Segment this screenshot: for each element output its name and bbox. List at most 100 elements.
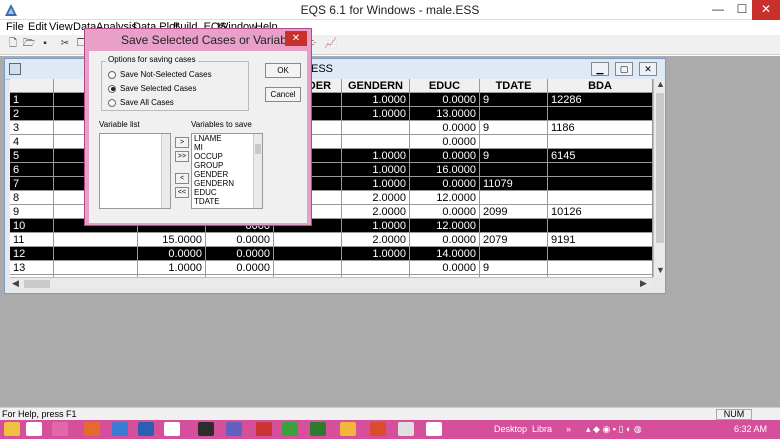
cell-educ[interactable]: 0.0000 <box>410 205 480 219</box>
variable-list[interactable] <box>99 133 171 209</box>
firefox-icon[interactable] <box>84 422 100 436</box>
cell-bdate[interactable] <box>548 177 653 191</box>
row-header[interactable]: 2 <box>10 107 54 121</box>
menu-view[interactable]: View <box>49 21 73 33</box>
list-item[interactable]: MI <box>192 143 262 152</box>
cell-bdate[interactable]: 9191 <box>548 233 653 247</box>
cell-gendern[interactable]: 1.0000 <box>342 247 410 261</box>
cell-gender[interactable] <box>274 247 342 261</box>
list-item[interactable]: TDATE <box>192 197 262 206</box>
col-header-educ[interactable]: EDUC <box>410 79 480 93</box>
app-icon[interactable] <box>226 422 242 436</box>
cell-bdate[interactable] <box>548 135 653 149</box>
save-icon[interactable]: ▪ <box>38 37 52 51</box>
cell-bdate[interactable] <box>548 163 653 177</box>
cell-tdate[interactable] <box>480 247 548 261</box>
cell-tdate[interactable]: 9 <box>480 149 548 163</box>
radio-not-selected[interactable]: Save Not-Selected Cases <box>108 70 212 79</box>
cell-col2[interactable]: 0.0000 <box>138 247 206 261</box>
scroll-left-icon[interactable]: ◀ <box>12 278 19 289</box>
cell-educ[interactable]: 0.0000 <box>410 261 480 275</box>
eqs-taskbar-icon[interactable] <box>426 422 442 436</box>
radio-all[interactable]: Save All Cases <box>108 98 174 107</box>
cell-bdate[interactable] <box>548 107 653 121</box>
dialog-close-button[interactable]: ✕ <box>285 31 307 46</box>
cell-educ[interactable]: 0.0000 <box>410 121 480 135</box>
cell-educ[interactable]: 16.0000 <box>410 163 480 177</box>
close-button[interactable]: ✕ <box>752 0 780 20</box>
cell-tdate[interactable] <box>480 163 548 177</box>
excel-icon[interactable] <box>310 422 326 436</box>
add-all-variables-button[interactable]: >> <box>175 151 189 162</box>
media-icon[interactable] <box>52 422 68 436</box>
cell-educ[interactable]: 0.0000 <box>410 149 480 163</box>
col-header-tdate[interactable]: TDATE <box>480 79 548 93</box>
list-item[interactable]: EDUC <box>192 188 262 197</box>
desktop-toolbar-label[interactable]: Desktop <box>494 424 527 434</box>
add-variable-button[interactable]: > <box>175 137 189 148</box>
scroll-down-icon[interactable]: ▼ <box>656 265 665 275</box>
cell-gendern[interactable]: 1.0000 <box>342 163 410 177</box>
ie-icon[interactable] <box>112 422 128 436</box>
acrobat-icon[interactable] <box>256 422 272 436</box>
cell-educ[interactable]: 12.0000 <box>410 219 480 233</box>
col-header-bdate[interactable]: BDA <box>548 79 653 93</box>
menu-edit[interactable]: Edit <box>28 21 47 33</box>
cell-gendern[interactable]: 2.0000 <box>342 233 410 247</box>
vertical-scroll-thumb[interactable] <box>656 93 664 243</box>
cell-educ[interactable]: 13.0000 <box>410 107 480 121</box>
horizontal-scroll-thumb[interactable] <box>24 280 50 288</box>
scroll-right-icon[interactable]: ▶ <box>640 278 647 289</box>
remove-variable-button[interactable]: < <box>175 173 189 184</box>
list-item[interactable]: LNAME <box>192 134 262 143</box>
app-icon[interactable] <box>164 422 180 436</box>
child-close-button[interactable]: ✕ <box>639 62 657 76</box>
list-scroll-thumb[interactable] <box>255 144 261 154</box>
app-icon[interactable] <box>398 422 414 436</box>
variable-list-scrollbar[interactable] <box>161 134 170 208</box>
radio-selected[interactable]: Save Selected Cases <box>108 84 197 93</box>
folder-icon[interactable] <box>4 422 20 436</box>
app-icon[interactable] <box>198 422 214 436</box>
clock[interactable]: 6:32 AM <box>734 424 767 434</box>
tray-icons[interactable]: ▴ ◆ ◉ ▪ ▯ ◐ ◍ <box>586 424 642 435</box>
word-icon[interactable] <box>138 422 154 436</box>
libraries-toolbar-label[interactable]: Libra <box>532 424 552 434</box>
row-header[interactable]: 6 <box>10 163 54 177</box>
cell-bdate[interactable] <box>548 261 653 275</box>
cell-bdate[interactable]: 6145 <box>548 149 653 163</box>
cell-bdate[interactable]: 12286 <box>548 93 653 107</box>
cell-gendern[interactable]: 1.0000 <box>342 149 410 163</box>
cell-tdate[interactable]: 2079 <box>480 233 548 247</box>
cell-group[interactable]: 0.0000 <box>206 261 274 275</box>
radio-circle-icon[interactable] <box>108 70 116 79</box>
cell-gendern[interactable]: 2.0000 <box>342 205 410 219</box>
cancel-button[interactable]: Cancel <box>265 87 301 102</box>
row-header[interactable]: 4 <box>10 135 54 149</box>
cell-bdate[interactable]: 10126 <box>548 205 653 219</box>
cell-tdate[interactable] <box>480 107 548 121</box>
row-header[interactable]: 5 <box>10 149 54 163</box>
cell-tdate[interactable]: 9 <box>480 121 548 135</box>
cell-tdate[interactable]: 11079 <box>480 177 548 191</box>
row-header[interactable]: 11 <box>10 233 54 247</box>
cell-educ[interactable]: 0.0000 <box>410 93 480 107</box>
cell-tdate[interactable]: 2099 <box>480 205 548 219</box>
cell-educ[interactable]: 14.0000 <box>410 247 480 261</box>
cell-gendern[interactable]: 1.0000 <box>342 177 410 191</box>
cell-tdate[interactable] <box>480 135 548 149</box>
row-header[interactable]: 8 <box>10 191 54 205</box>
cell-bdate[interactable] <box>548 247 653 261</box>
list-item[interactable]: GENDER <box>192 170 262 179</box>
cell-gendern[interactable] <box>342 261 410 275</box>
col-header-gendern[interactable]: GENDERN <box>342 79 410 93</box>
cell-educ[interactable]: 12.0000 <box>410 191 480 205</box>
cell-bdate[interactable] <box>548 191 653 205</box>
menu-file[interactable]: File <box>6 21 24 33</box>
cell-gendern[interactable]: 1.0000 <box>342 219 410 233</box>
cell-tdate[interactable]: 9 <box>480 261 548 275</box>
cell-tdate[interactable] <box>480 219 548 233</box>
chevron-right-icon[interactable]: » <box>566 424 571 434</box>
cell-lname[interactable] <box>54 261 138 275</box>
corner-header[interactable] <box>10 79 54 93</box>
